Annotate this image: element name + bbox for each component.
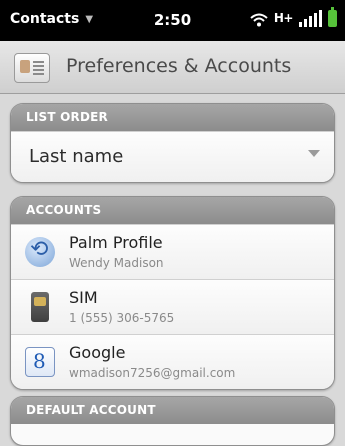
page-header: Preferences & Accounts — [0, 41, 345, 94]
list-order-group: LIST ORDER Last name — [10, 103, 335, 183]
battery-icon — [328, 7, 337, 27]
account-subtitle: wmadison7256@gmail.com — [69, 366, 236, 380]
accounts-group: ACCOUNTS Palm Profile Wendy Madison SIM … — [10, 196, 335, 390]
google-icon: 8 — [25, 347, 55, 377]
palm-profile-icon — [25, 237, 55, 267]
account-title: SIM — [69, 288, 98, 307]
account-google[interactable]: 8 Google wmadison7256@gmail.com — [11, 334, 334, 389]
status-indicators: H+ — [250, 7, 337, 27]
page-title: Preferences & Accounts — [66, 55, 292, 77]
signal-bars-icon — [299, 9, 322, 27]
account-title: Palm Profile — [69, 233, 163, 252]
default-account-label: DEFAULT ACCOUNT — [11, 397, 334, 424]
account-palm-profile[interactable]: Palm Profile Wendy Madison — [11, 224, 334, 279]
list-order-select[interactable]: Last name — [11, 131, 334, 182]
account-title: Google — [69, 343, 126, 362]
dropdown-arrow-icon — [308, 150, 320, 157]
account-subtitle: 1 (555) 306-5765 — [69, 311, 175, 325]
list-order-value: Last name — [29, 146, 124, 167]
network-type-badge: H+ — [273, 11, 294, 25]
list-order-label: LIST ORDER — [11, 104, 334, 131]
default-account-group: DEFAULT ACCOUNT — [10, 396, 335, 446]
sim-card-icon — [31, 292, 49, 322]
accounts-label: ACCOUNTS — [11, 197, 334, 224]
wifi-icon — [250, 13, 268, 27]
status-bar: Contacts ▼ 2:50 H+ — [0, 0, 345, 41]
contacts-card-icon — [14, 53, 50, 83]
account-sim[interactable]: SIM 1 (555) 306-5765 — [11, 279, 334, 334]
account-subtitle: Wendy Madison — [69, 256, 164, 270]
